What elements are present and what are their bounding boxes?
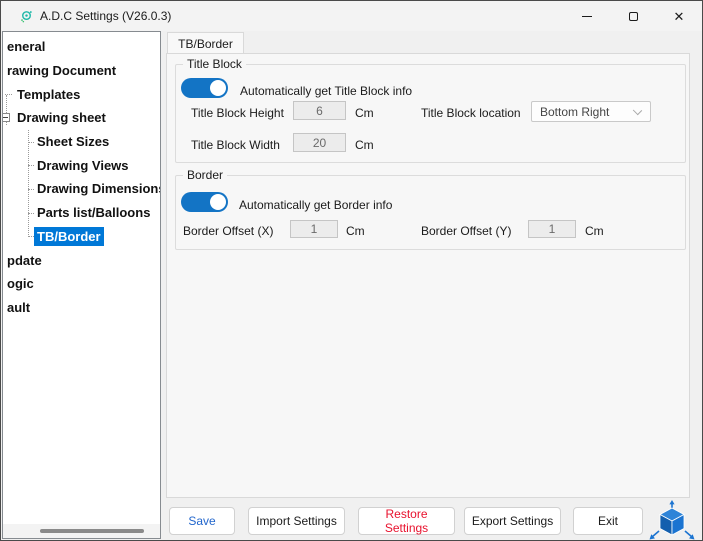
- adc-settings-window: A.D.C Settings (V26.0.3) ✕ eneral rawing…: [0, 0, 703, 541]
- restore-settings-button[interactable]: Restore Settings: [358, 507, 455, 535]
- export-settings-button[interactable]: Export Settings: [464, 507, 561, 535]
- tree-item-drawing-document[interactable]: rawing Document: [3, 59, 160, 83]
- title-block-auto-toggle[interactable]: [181, 78, 228, 98]
- tree-item-sheet-sizes[interactable]: Sheet Sizes: [3, 130, 160, 154]
- title-block-height-label: Title Block Height: [191, 106, 284, 120]
- tree-item-general[interactable]: eneral: [3, 35, 160, 59]
- settings-tree: eneral rawing Document Templates Drawing…: [3, 35, 160, 319]
- border-auto-label: Automatically get Border info: [239, 198, 392, 212]
- tree-item-parts-list-balloons[interactable]: Parts list/Balloons: [3, 201, 160, 225]
- tree-item-update[interactable]: pdate: [3, 248, 160, 272]
- exit-button[interactable]: Exit: [573, 507, 643, 535]
- border-offset-y-label: Border Offset (Y): [421, 224, 511, 238]
- tree-item-drawing-dimensions[interactable]: Drawing Dimensions: [3, 177, 160, 201]
- title-block-width-label: Title Block Width: [191, 138, 280, 152]
- tb-border-tab-page: Title Block Automatically get Title Bloc…: [166, 53, 690, 498]
- tree-item-templates[interactable]: Templates: [3, 82, 160, 106]
- title-block-auto-label: Automatically get Title Block info: [240, 84, 412, 98]
- window-title: A.D.C Settings (V26.0.3): [40, 1, 171, 31]
- title-block-location-label: Title Block location: [421, 106, 521, 120]
- minimize-icon: [582, 16, 592, 17]
- cube-3d-logo-icon: [647, 500, 697, 541]
- chevron-down-icon: [633, 106, 642, 115]
- collapse-minus-icon[interactable]: [2, 113, 10, 122]
- tab-tb-border[interactable]: TB/Border: [167, 32, 244, 54]
- title-block-legend: Title Block: [183, 57, 246, 71]
- maximize-button[interactable]: [610, 1, 656, 31]
- border-offset-x-unit: Cm: [346, 224, 365, 238]
- tree-item-drawing-sheet[interactable]: Drawing sheet: [3, 106, 160, 130]
- tree-item-vault[interactable]: ault: [3, 296, 160, 320]
- import-settings-button[interactable]: Import Settings: [248, 507, 345, 535]
- title-block-location-select[interactable]: Bottom Right: [531, 101, 651, 122]
- border-offset-y-input[interactable]: [528, 220, 576, 238]
- border-group: Border Automatically get Border info Bor…: [175, 175, 686, 250]
- tree-item-drawing-views[interactable]: Drawing Views: [3, 153, 160, 177]
- title-block-width-input[interactable]: [293, 133, 346, 152]
- title-block-height-unit: Cm: [355, 106, 374, 120]
- maximize-icon: [629, 12, 638, 21]
- scrollbar-thumb[interactable]: [40, 529, 144, 533]
- save-button[interactable]: Save: [169, 507, 235, 535]
- title-block-width-unit: Cm: [355, 138, 374, 152]
- border-legend: Border: [183, 168, 227, 182]
- tree-item-tb-border[interactable]: TB/Border: [3, 225, 160, 249]
- close-button[interactable]: ✕: [656, 1, 702, 31]
- adc-app-icon: [19, 9, 34, 24]
- title-block-group: Title Block Automatically get Title Bloc…: [175, 64, 686, 163]
- border-offset-x-label: Border Offset (X): [183, 224, 273, 238]
- border-offset-x-input[interactable]: [290, 220, 338, 238]
- border-offset-y-unit: Cm: [585, 224, 604, 238]
- close-icon: ✕: [674, 10, 685, 23]
- border-auto-toggle[interactable]: [181, 192, 228, 212]
- tree-item-logic[interactable]: ogic: [3, 272, 160, 296]
- minimize-button[interactable]: [564, 1, 610, 31]
- title-block-height-input[interactable]: [293, 101, 346, 120]
- tree-horizontal-scrollbar[interactable]: [3, 524, 160, 538]
- settings-tree-panel: eneral rawing Document Templates Drawing…: [2, 31, 161, 539]
- titlebar[interactable]: A.D.C Settings (V26.0.3) ✕: [1, 1, 702, 31]
